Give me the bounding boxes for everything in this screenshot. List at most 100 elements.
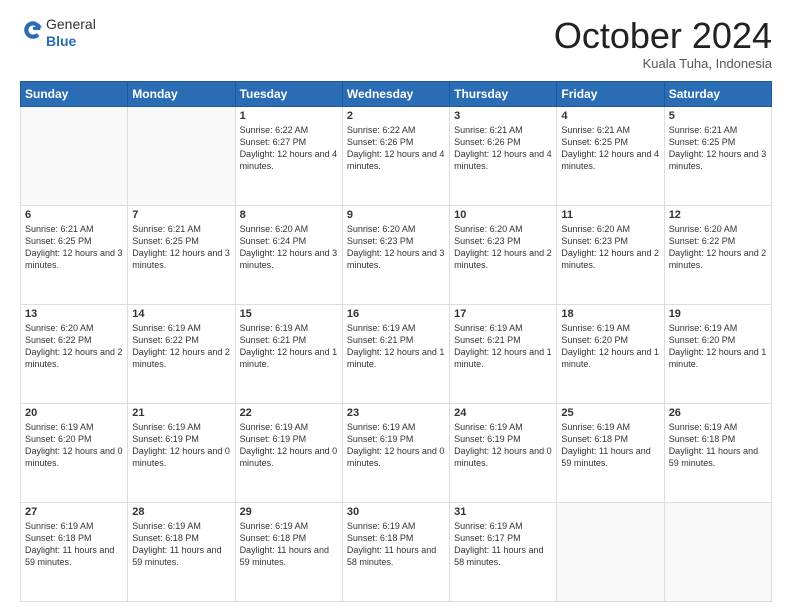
cell-info: Sunrise: 6:19 AM Sunset: 6:19 PM Dayligh… (347, 421, 445, 470)
calendar-cell: 6 Sunrise: 6:21 AM Sunset: 6:25 PM Daylig… (21, 205, 128, 304)
cell-info: Sunrise: 6:20 AM Sunset: 6:23 PM Dayligh… (454, 223, 552, 272)
cell-info: Sunrise: 6:19 AM Sunset: 6:18 PM Dayligh… (25, 520, 123, 569)
day-number: 26 (669, 407, 767, 419)
calendar-cell: 21 Sunrise: 6:19 AM Sunset: 6:19 PM Dayli… (128, 403, 235, 502)
day-header-saturday: Saturday (664, 81, 771, 106)
day-header-friday: Friday (557, 81, 664, 106)
cell-info: Sunrise: 6:20 AM Sunset: 6:22 PM Dayligh… (669, 223, 767, 272)
day-header-wednesday: Wednesday (342, 81, 449, 106)
calendar-cell: 1 Sunrise: 6:22 AM Sunset: 6:27 PM Daylig… (235, 106, 342, 205)
day-header-tuesday: Tuesday (235, 81, 342, 106)
cell-info: Sunrise: 6:19 AM Sunset: 6:20 PM Dayligh… (669, 322, 767, 371)
calendar-cell: 30Sunrise: 6:19 AM Sunset: 6:18 PM Dayli… (342, 502, 449, 601)
cell-info: Sunrise: 6:19 AM Sunset: 6:19 PM Dayligh… (132, 421, 230, 470)
calendar-cell: 12 Sunrise: 6:20 AM Sunset: 6:22 PM Dayli… (664, 205, 771, 304)
day-number: 28 (132, 506, 230, 518)
cell-info: Sunrise: 6:19 AM Sunset: 6:18 PM Dayligh… (669, 421, 767, 470)
day-number: 13 (25, 308, 123, 320)
day-number: 4 (561, 110, 659, 122)
calendar-cell: 4 Sunrise: 6:21 AM Sunset: 6:25 PM Daylig… (557, 106, 664, 205)
day-number: 1 (240, 110, 338, 122)
day-number: 29 (240, 506, 338, 518)
calendar-cell: 29Sunrise: 6:19 AM Sunset: 6:18 PM Dayli… (235, 502, 342, 601)
cell-info: Sunrise: 6:19 AM Sunset: 6:19 PM Dayligh… (454, 421, 552, 470)
calendar-cell: 14 Sunrise: 6:19 AM Sunset: 6:22 PM Dayli… (128, 304, 235, 403)
day-number: 17 (454, 308, 552, 320)
day-number: 16 (347, 308, 445, 320)
day-number: 11 (561, 209, 659, 221)
day-number: 3 (454, 110, 552, 122)
header: General Blue October 2024 Kuala Tuha, In… (20, 16, 772, 71)
cell-info: Sunrise: 6:19 AM Sunset: 6:21 PM Dayligh… (347, 322, 445, 371)
day-number: 6 (25, 209, 123, 221)
calendar-cell (128, 106, 235, 205)
calendar-cell (557, 502, 664, 601)
calendar-cell: 19Sunrise: 6:19 AM Sunset: 6:20 PM Dayli… (664, 304, 771, 403)
cell-info: Sunrise: 6:19 AM Sunset: 6:18 PM Dayligh… (561, 421, 659, 470)
logo-icon (22, 19, 44, 41)
calendar-week-1: 1 Sunrise: 6:22 AM Sunset: 6:27 PM Daylig… (21, 106, 772, 205)
cell-info: Sunrise: 6:21 AM Sunset: 6:25 PM Dayligh… (132, 223, 230, 272)
cell-info: Sunrise: 6:19 AM Sunset: 6:17 PM Dayligh… (454, 520, 552, 569)
cell-info: Sunrise: 6:19 AM Sunset: 6:21 PM Dayligh… (240, 322, 338, 371)
cell-info: Sunrise: 6:22 AM Sunset: 6:26 PM Dayligh… (347, 124, 445, 173)
calendar-cell: 9 Sunrise: 6:20 AM Sunset: 6:23 PM Daylig… (342, 205, 449, 304)
day-number: 8 (240, 209, 338, 221)
cell-info: Sunrise: 6:21 AM Sunset: 6:25 PM Dayligh… (561, 124, 659, 173)
calendar-week-3: 13 Sunrise: 6:20 AM Sunset: 6:22 PM Dayli… (21, 304, 772, 403)
day-number: 18 (561, 308, 659, 320)
calendar-week-5: 27 Sunrise: 6:19 AM Sunset: 6:18 PM Dayli… (21, 502, 772, 601)
day-number: 21 (132, 407, 230, 419)
calendar-cell: 28Sunrise: 6:19 AM Sunset: 6:18 PM Dayli… (128, 502, 235, 601)
calendar-cell: 23Sunrise: 6:19 AM Sunset: 6:19 PM Dayli… (342, 403, 449, 502)
calendar-cell (21, 106, 128, 205)
day-number: 24 (454, 407, 552, 419)
calendar-cell: 17Sunrise: 6:19 AM Sunset: 6:21 PM Dayli… (450, 304, 557, 403)
cell-info: Sunrise: 6:20 AM Sunset: 6:24 PM Dayligh… (240, 223, 338, 272)
calendar-week-4: 20Sunrise: 6:19 AM Sunset: 6:20 PM Dayli… (21, 403, 772, 502)
cell-info: Sunrise: 6:21 AM Sunset: 6:25 PM Dayligh… (669, 124, 767, 173)
page: General Blue October 2024 Kuala Tuha, In… (0, 0, 792, 612)
calendar-cell: 11 Sunrise: 6:20 AM Sunset: 6:23 PM Dayli… (557, 205, 664, 304)
day-number: 10 (454, 209, 552, 221)
cell-info: Sunrise: 6:20 AM Sunset: 6:23 PM Dayligh… (347, 223, 445, 272)
day-header-monday: Monday (128, 81, 235, 106)
day-number: 12 (669, 209, 767, 221)
day-number: 27 (25, 506, 123, 518)
day-header-sunday: Sunday (21, 81, 128, 106)
calendar-cell: 18Sunrise: 6:19 AM Sunset: 6:20 PM Dayli… (557, 304, 664, 403)
calendar-cell: 8 Sunrise: 6:20 AM Sunset: 6:24 PM Daylig… (235, 205, 342, 304)
day-number: 20 (25, 407, 123, 419)
cell-info: Sunrise: 6:20 AM Sunset: 6:22 PM Dayligh… (25, 322, 123, 371)
calendar-cell: 25Sunrise: 6:19 AM Sunset: 6:18 PM Dayli… (557, 403, 664, 502)
calendar-cell: 16 Sunrise: 6:19 AM Sunset: 6:21 PM Dayli… (342, 304, 449, 403)
calendar-cell: 24 Sunrise: 6:19 AM Sunset: 6:19 PM Dayli… (450, 403, 557, 502)
day-number: 2 (347, 110, 445, 122)
calendar-cell: 22Sunrise: 6:19 AM Sunset: 6:19 PM Dayli… (235, 403, 342, 502)
day-number: 5 (669, 110, 767, 122)
calendar-cell: 31 Sunrise: 6:19 AM Sunset: 6:17 PM Dayli… (450, 502, 557, 601)
month-title: October 2024 (554, 16, 772, 56)
calendar-cell: 5 Sunrise: 6:21 AM Sunset: 6:25 PM Daylig… (664, 106, 771, 205)
location: Kuala Tuha, Indonesia (554, 56, 772, 71)
day-number: 9 (347, 209, 445, 221)
calendar-week-2: 6 Sunrise: 6:21 AM Sunset: 6:25 PM Daylig… (21, 205, 772, 304)
calendar-cell: 7 Sunrise: 6:21 AM Sunset: 6:25 PM Daylig… (128, 205, 235, 304)
cell-info: Sunrise: 6:19 AM Sunset: 6:22 PM Dayligh… (132, 322, 230, 371)
calendar-cell: 15Sunrise: 6:19 AM Sunset: 6:21 PM Dayli… (235, 304, 342, 403)
day-header-thursday: Thursday (450, 81, 557, 106)
cell-info: Sunrise: 6:22 AM Sunset: 6:27 PM Dayligh… (240, 124, 338, 173)
calendar-cell: 26 Sunrise: 6:19 AM Sunset: 6:18 PM Dayli… (664, 403, 771, 502)
calendar-cell: 2 Sunrise: 6:22 AM Sunset: 6:26 PM Daylig… (342, 106, 449, 205)
cell-info: Sunrise: 6:21 AM Sunset: 6:25 PM Dayligh… (25, 223, 123, 272)
cell-info: Sunrise: 6:20 AM Sunset: 6:23 PM Dayligh… (561, 223, 659, 272)
day-number: 31 (454, 506, 552, 518)
calendar-cell: 10 Sunrise: 6:20 AM Sunset: 6:23 PM Dayli… (450, 205, 557, 304)
calendar-table: SundayMondayTuesdayWednesdayThursdayFrid… (20, 81, 772, 602)
day-number: 14 (132, 308, 230, 320)
calendar-cell (664, 502, 771, 601)
day-number: 30 (347, 506, 445, 518)
day-number: 7 (132, 209, 230, 221)
logo: General Blue (20, 16, 96, 50)
calendar-cell: 20Sunrise: 6:19 AM Sunset: 6:20 PM Dayli… (21, 403, 128, 502)
